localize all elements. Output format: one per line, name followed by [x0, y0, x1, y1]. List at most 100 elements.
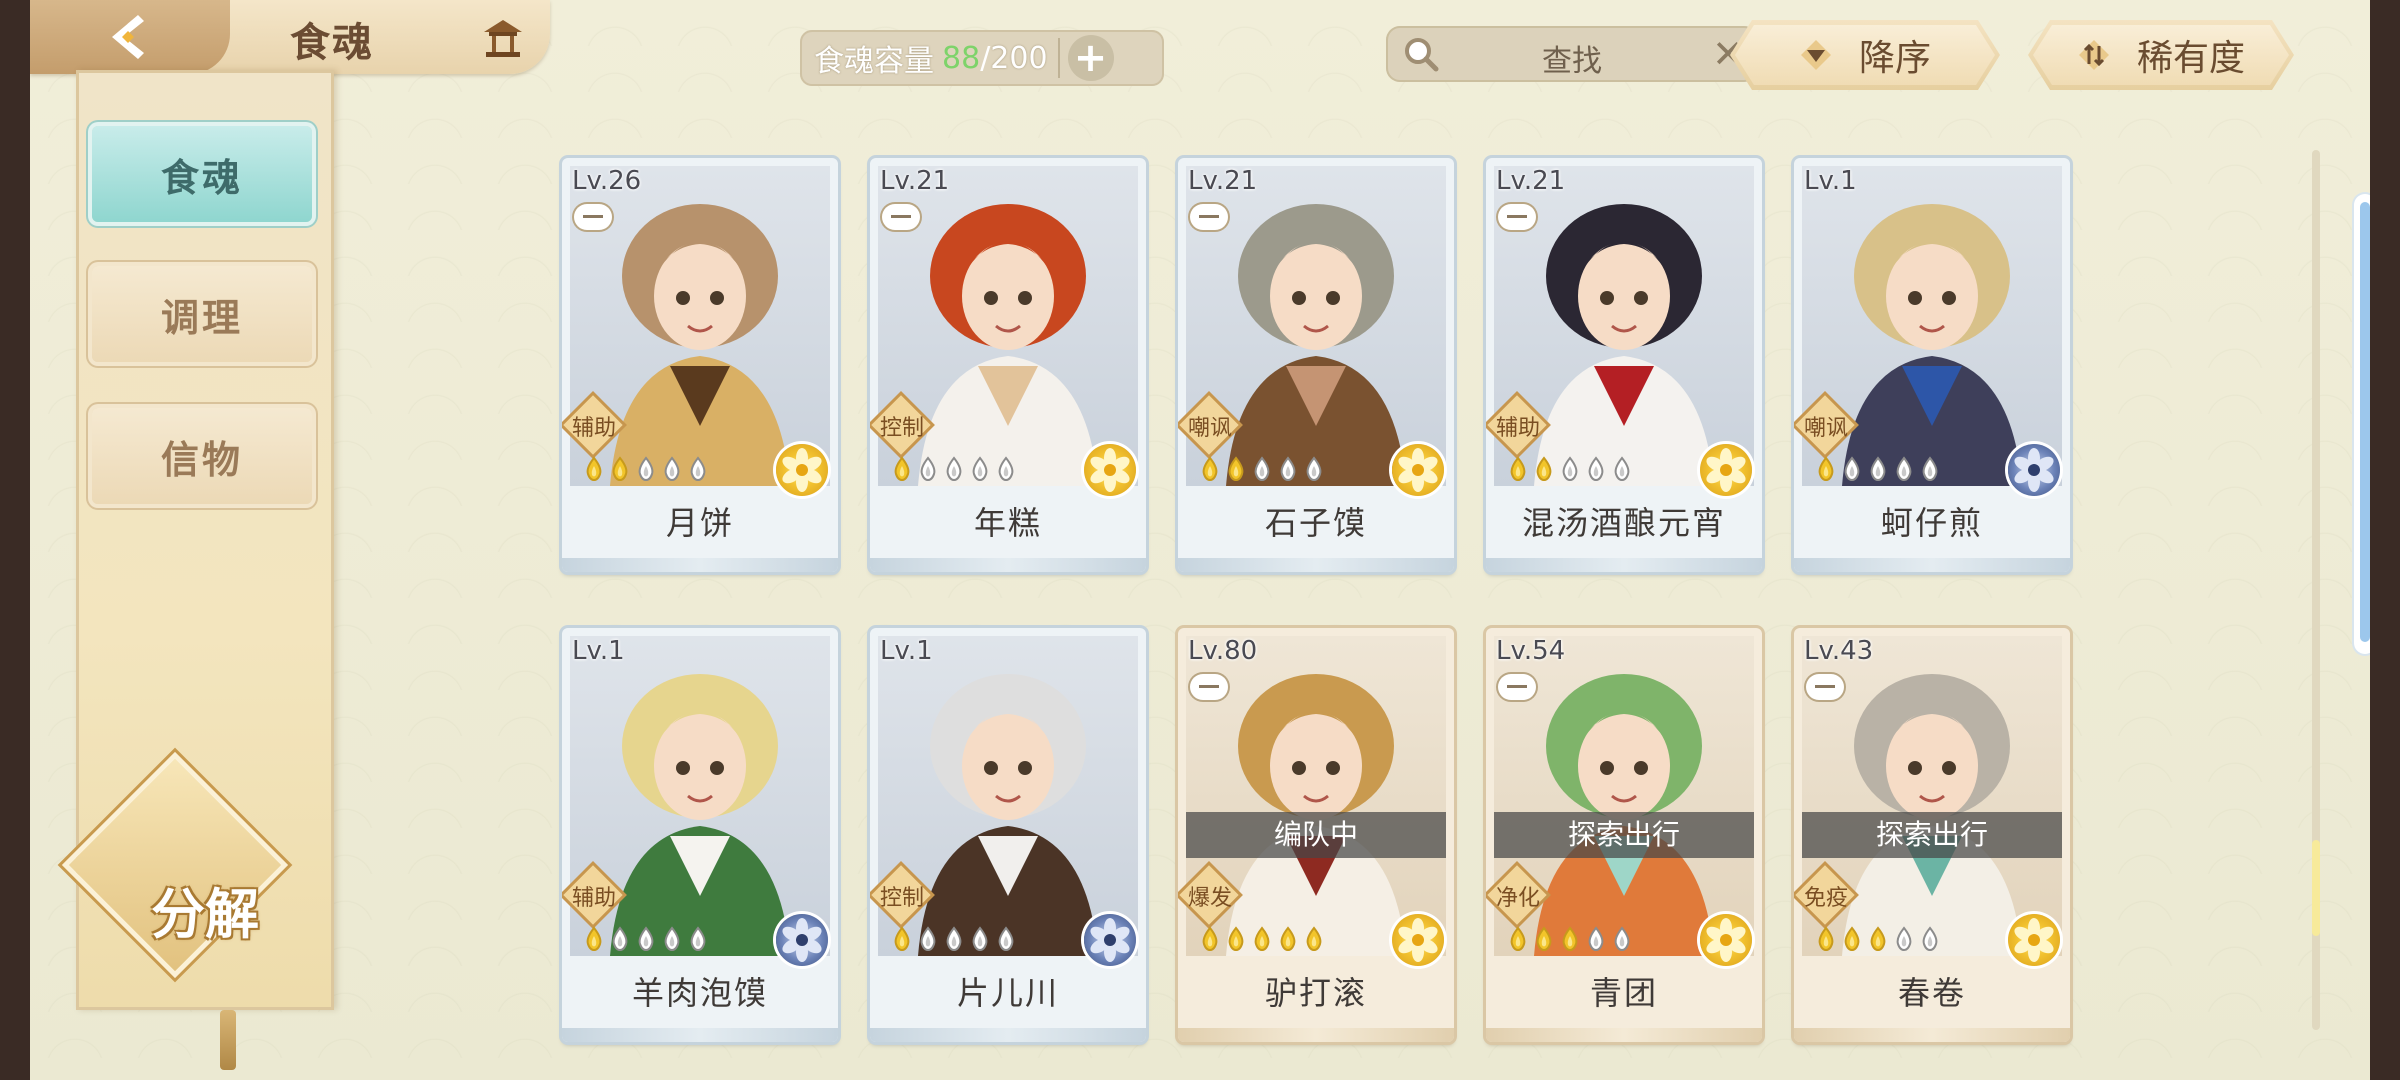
star-row — [1198, 926, 1326, 952]
role-badge: 控制 — [871, 865, 932, 926]
gold-rarity-flower-icon — [776, 444, 828, 496]
food-soul-card[interactable]: Lv.43 探索出行 免疫 春卷 — [1794, 628, 2070, 1042]
grid-scroll-thumb[interactable] — [2312, 840, 2320, 936]
flame-star-empty-icon — [612, 926, 628, 952]
search-placeholder: 查找 — [1542, 44, 1602, 79]
sidebar-item-food-souls[interactable]: 食魂 — [92, 126, 312, 222]
flame-star-empty-icon — [1896, 456, 1912, 482]
flame-star-empty-icon — [1922, 926, 1938, 952]
status-overlay: 探索出行 — [1802, 812, 2062, 858]
sort-field-button[interactable]: 稀有度 — [2028, 20, 2294, 90]
food-soul-card[interactable]: Lv.80 编队中 爆发 驴打滚 — [1178, 628, 1454, 1042]
capacity-current: 88 — [942, 40, 981, 76]
flame-star-filled-icon — [586, 456, 602, 482]
triangle-down-icon — [1799, 38, 1833, 72]
flame-star-filled-icon — [894, 926, 910, 952]
lock-toggle-icon[interactable] — [1190, 204, 1228, 230]
flame-star-empty-icon — [638, 456, 654, 482]
page-title: 食魂 — [290, 20, 374, 66]
food-soul-card[interactable]: Lv.1 嘲讽 蚵仔煎 — [1794, 158, 2070, 572]
food-soul-card[interactable]: Lv.26 辅助 月饼 — [562, 158, 838, 572]
back-button[interactable] — [30, 0, 230, 74]
role-badge: 辅助 — [563, 395, 624, 456]
role-label: 辅助 — [571, 416, 616, 441]
flame-star-filled-icon — [1510, 456, 1526, 482]
flame-star-filled-icon — [1562, 926, 1578, 952]
lock-toggle-icon[interactable] — [574, 204, 612, 230]
flame-star-empty-icon — [946, 456, 962, 482]
gold-rarity-flower-icon — [1392, 914, 1444, 966]
role-label: 嘲讽 — [1803, 416, 1848, 441]
flame-star-empty-icon — [1614, 456, 1630, 482]
blue-rarity-flower-icon — [776, 914, 828, 966]
food-soul-card[interactable]: Lv.54 探索出行 净化 青团 — [1486, 628, 1762, 1042]
food-soul-card[interactable]: Lv.21 辅助 混汤酒酿元宵 — [1486, 158, 1762, 572]
food-soul-card[interactable]: Lv.1 控制 片儿川 — [870, 628, 1146, 1042]
card-bottom-edge — [1178, 558, 1454, 572]
level-label: Lv.80 — [1188, 636, 1258, 666]
card-bottom-edge — [562, 1028, 838, 1042]
level-label: Lv.43 — [1804, 636, 1874, 666]
flame-star-empty-icon — [998, 926, 1014, 952]
star-row — [1814, 456, 1942, 482]
flame-star-empty-icon — [920, 456, 936, 482]
sidebar-item-cooking[interactable]: 调理 — [92, 266, 312, 362]
lock-toggle-icon[interactable] — [1498, 674, 1536, 700]
game-screen: 食魂 食魂容量 88 / 200 + 查找 ✕ 降序 稀有度 食魂 调理 信物 … — [30, 0, 2370, 1080]
sort-order-button[interactable]: 降序 — [1730, 20, 2000, 90]
lock-toggle-icon[interactable] — [1498, 204, 1536, 230]
flame-star-empty-icon — [920, 926, 936, 952]
flame-star-empty-icon — [972, 926, 988, 952]
title-tab: 食魂 — [30, 0, 550, 74]
lock-toggle-icon[interactable] — [1806, 674, 1844, 700]
level-label: Lv.1 — [572, 636, 625, 666]
food-soul-name: 片儿川 — [956, 974, 1059, 1012]
page-scrollbar[interactable] — [2354, 194, 2370, 654]
card-bottom-edge — [1794, 1028, 2070, 1042]
back-arrow-icon — [112, 15, 144, 59]
flame-star-filled-icon — [1818, 926, 1834, 952]
flame-star-empty-icon — [1870, 456, 1886, 482]
role-badge: 免疫 — [1795, 865, 1856, 926]
food-soul-card[interactable]: Lv.1 辅助 羊肉泡馍 — [562, 628, 838, 1042]
flame-star-filled-icon — [1228, 456, 1244, 482]
lock-toggle-icon[interactable] — [882, 204, 920, 230]
flame-star-empty-icon — [946, 926, 962, 952]
food-soul-card[interactable]: Lv.21 嘲讽 石子馍 — [1178, 158, 1454, 572]
gold-rarity-flower-icon — [1084, 444, 1136, 496]
flame-star-filled-icon — [1870, 926, 1886, 952]
star-row — [1198, 456, 1326, 482]
flame-star-empty-icon — [1844, 456, 1860, 482]
role-label: 爆发 — [1187, 886, 1232, 911]
decompose-label[interactable]: 分解 — [76, 870, 334, 949]
gold-rarity-flower-icon — [1700, 914, 1752, 966]
role-label: 嘲讽 — [1187, 416, 1232, 441]
expand-capacity-button[interactable]: + — [1067, 35, 1114, 81]
flame-star-empty-icon — [664, 926, 680, 952]
role-label: 免疫 — [1803, 886, 1848, 911]
star-row — [582, 926, 710, 952]
flame-star-empty-icon — [1306, 456, 1322, 482]
flame-star-empty-icon — [1562, 456, 1578, 482]
flame-star-filled-icon — [1280, 926, 1296, 952]
flame-star-empty-icon — [1588, 926, 1604, 952]
status-overlay: 编队中 — [1186, 812, 1446, 858]
flame-star-filled-icon — [586, 926, 602, 952]
flame-star-filled-icon — [1510, 926, 1526, 952]
star-row — [1814, 926, 1942, 952]
pavilion-icon[interactable] — [480, 16, 526, 60]
lock-toggle-icon[interactable] — [1190, 674, 1228, 700]
role-label: 控制 — [879, 416, 924, 441]
star-row — [890, 456, 1018, 482]
star-row — [582, 456, 710, 482]
role-badge: 控制 — [871, 395, 932, 456]
gold-rarity-flower-icon — [1700, 444, 1752, 496]
food-soul-card[interactable]: Lv.21 控制 年糕 — [870, 158, 1146, 572]
flame-star-filled-icon — [1536, 926, 1552, 952]
flame-star-empty-icon — [1254, 456, 1270, 482]
search-field[interactable]: 查找 ✕ — [1386, 26, 1758, 82]
sidebar-item-tokens[interactable]: 信物 — [92, 408, 312, 504]
role-badge: 嘲讽 — [1179, 395, 1240, 456]
flame-star-empty-icon — [1588, 456, 1604, 482]
flame-star-filled-icon — [612, 456, 628, 482]
